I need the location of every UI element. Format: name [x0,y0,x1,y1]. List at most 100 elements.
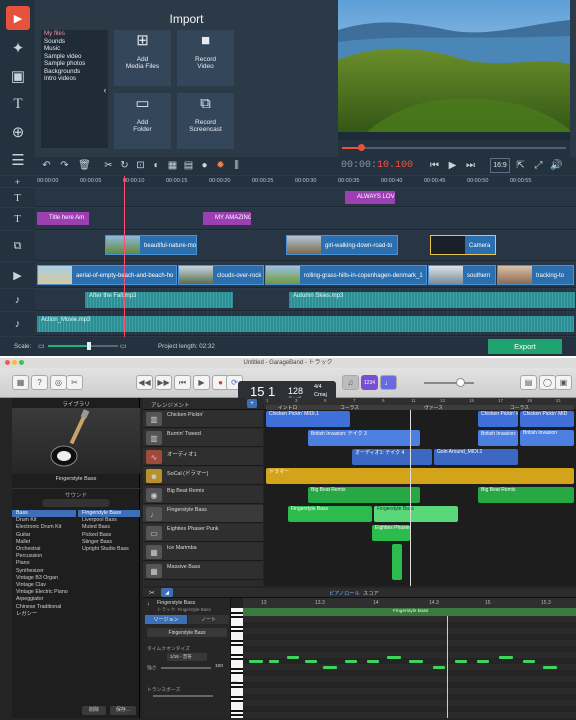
tuner-icon[interactable]: ♫ [342,375,359,390]
strength-slider[interactable] [161,667,211,669]
list-item[interactable]: Synthesizer [12,568,76,575]
list-item[interactable]: Stinger Bass [78,539,140,546]
title-track-icon[interactable]: T [0,188,35,207]
undo-icon[interactable]: ↶ [39,158,54,173]
metronome-icon[interactable]: ♩ [380,375,397,390]
arrangement-ruler[interactable]: イントロ コーラス ヴァース コーラス 1 3 5 7 9 11 13 15 1… [264,398,576,411]
list-item[interactable]: Fingerstyle Bass [78,510,140,518]
list-item[interactable]: Chinese Traditional [12,604,76,611]
titles-icon[interactable]: T [6,92,30,116]
list-item[interactable]: Bass [12,510,76,518]
library-icon[interactable]: ▦ [12,375,29,390]
scissors-icon[interactable]: ✂ [149,589,155,597]
midi-note[interactable] [269,660,279,663]
overlay-track-icon[interactable]: ⧉ [0,231,35,261]
midi-note[interactable] [367,660,379,663]
media-browser-icon[interactable]: ▣ [555,375,572,390]
add-folder-button[interactable]: ▭ Add Folder [114,93,171,149]
zoom-in-icon[interactable]: ▭ [120,342,127,350]
audio-region[interactable]: British Invasion: テイク [478,430,518,446]
note-grid[interactable] [243,616,576,718]
video-clip[interactable]: tracking-to [497,265,574,285]
redo-icon[interactable]: ↷ [57,158,72,173]
track-header[interactable]: ∿ オーディオ1 [143,448,263,466]
mic-icon[interactable]: ● [197,158,212,173]
pointer-tool-icon[interactable]: ◢ [161,588,173,597]
fullscreen-icon[interactable]: ⤢ [531,158,546,173]
video-clip[interactable]: girl-walking-down-road-to [286,235,398,255]
audio-clip[interactable]: Action_Movie.mp3 [37,316,574,332]
list-item[interactable]: Picked Bass [78,532,140,539]
track-header[interactable]: ♩ Fingerstyle Bass [143,505,263,523]
scale-slider-handle[interactable] [87,342,91,350]
tab-region[interactable]: リージョン [145,615,187,624]
minimize-window-button[interactable] [12,360,17,365]
rewind-icon[interactable]: ◀◀ [136,375,153,390]
arrangement-area[interactable]: Chicken Pickin' MIDI.1 Chicken Pickin' M… [264,410,576,586]
zoom-add-icon[interactable]: ⊕ [6,120,30,144]
play-icon[interactable]: ▶ [445,158,460,173]
menu-lines-icon[interactable]: ☰ [6,148,30,172]
media-icon[interactable]: ▤ [181,158,196,173]
master-volume-slider[interactable] [424,382,474,384]
list-item[interactable]: Mallet [12,539,76,546]
track-header[interactable]: ☻ SoCal (ドラマー) [143,467,263,485]
volume-icon[interactable]: 🔊 [549,158,564,173]
tab-note[interactable]: ノート [188,615,229,624]
record-video-button[interactable]: ■ Record Video [177,30,234,86]
list-item[interactable]: Liverpool Bass [78,517,140,524]
video-clip[interactable]: southern [428,265,496,285]
loop-browser-icon[interactable]: ◯ [539,375,556,390]
track-header[interactable]: ▥ Chicken Pickin' [143,410,263,428]
midi-note[interactable] [455,660,467,663]
list-item[interactable]: Orchestral [12,546,76,553]
playhead[interactable] [410,410,411,586]
close-window-button[interactable] [5,360,10,365]
title-clip[interactable]: MY AMAZING [203,212,251,225]
list-item[interactable]: Vintage B3 Organ [12,575,76,582]
video-track-icon[interactable]: ▶ [0,262,35,288]
music-track-icon[interactable]: ♪ [0,312,35,336]
midi-region[interactable]: Chicken Pickin' MIDI [478,411,518,427]
midi-note[interactable] [345,660,357,663]
midi-note[interactable] [523,660,535,663]
midi-region[interactable]: Big Beat Remix [478,487,574,503]
list-item[interactable]: Percussion [12,553,76,560]
settings-icon[interactable]: ✹ [213,158,228,173]
save-button[interactable]: 保存... [110,706,136,715]
import-icon[interactable]: ▶ [6,6,30,30]
track-header[interactable]: ◉ Big Beat Remix [143,486,263,504]
video-clip[interactable]: Camera [430,235,496,255]
tab-piano-roll[interactable]: ピアノロール [329,590,360,597]
video-clip[interactable]: aerial-of-empty-beach-and-beach-ho [37,265,177,285]
video-clip[interactable]: beautiful-nature-mo [105,235,197,255]
audio-region[interactable]: British Invasion: テイク 3 [308,430,420,446]
audio-region[interactable]: オーディオ1: テイク 4 [352,449,432,465]
list-item[interactable]: Sample video [41,53,108,61]
track-header[interactable]: ▦ Massive Bass [143,562,263,580]
delete-button[interactable]: 削除 [82,706,106,715]
record-screencast-button[interactable]: ⧉ Record Screencast [177,93,234,149]
music-track-icon[interactable]: ♪ [0,289,35,311]
to-start-icon[interactable]: ⏮ [174,375,191,390]
midi-region[interactable]: Fingerstyle Bass [374,506,458,522]
track-header[interactable]: ▥ Burnin' Tweed [143,429,263,447]
list-item[interactable]: Piano [12,560,76,567]
notepad-icon[interactable]: ▤ [520,375,537,390]
midi-note[interactable] [287,656,299,659]
midi-note[interactable] [387,656,401,659]
detach-icon[interactable]: ⇱ [513,158,528,173]
playhead[interactable] [124,176,125,337]
zoom-out-icon[interactable]: ▭ [38,342,45,350]
title-clip[interactable]: ALWAYS LOV [345,191,395,204]
next-frame-icon[interactable]: ⏭ [463,158,478,173]
title-clip[interactable]: Title here Am [37,212,89,225]
add-track-icon[interactable]: + [0,176,35,187]
midi-region[interactable]: Eighties Phaser Punk [372,525,410,541]
play-icon[interactable]: ▶ [193,375,210,390]
video-clip[interactable]: rolling-grass-hills-in-copenhagen-denmar… [265,265,427,285]
zoom-window-button[interactable] [19,360,24,365]
collapse-chevron-icon[interactable]: ‹ [100,84,110,96]
list-item[interactable]: Vintage Electric Piano [12,589,76,596]
rotate-icon[interactable]: ↻ [117,158,132,173]
